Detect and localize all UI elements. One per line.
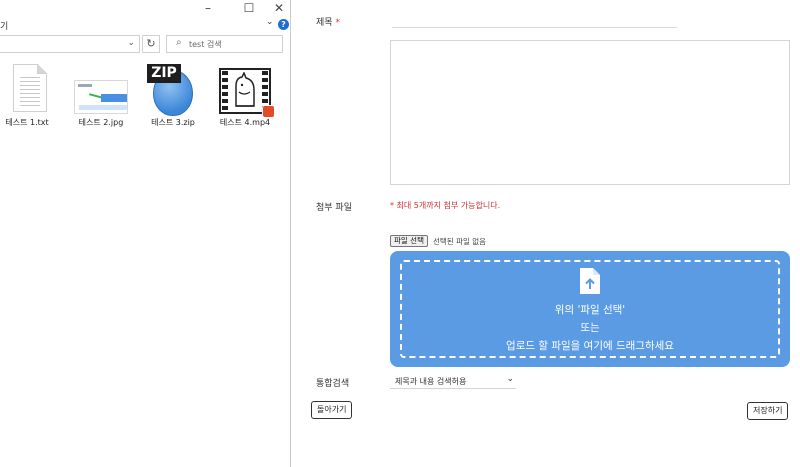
file-item-txt[interactable]: 테스트 1.txt (0, 64, 59, 128)
file-dropzone[interactable]: 위의 '파일 선택' 또는 업로드 할 파일을 여기에 드래그하세요 (390, 251, 790, 367)
video-file-icon (219, 68, 275, 118)
explorer-search[interactable]: ⌕ (166, 35, 283, 53)
save-button[interactable]: 저장하기 (747, 402, 789, 420)
close-button[interactable]: ✕ (268, 0, 290, 16)
zip-file-icon: ZIP (146, 64, 200, 116)
dropzone-line-1: 위의 '파일 선택' (554, 304, 626, 316)
refresh-button[interactable]: ↻ (142, 35, 160, 53)
search-icon: ⌕ (176, 37, 182, 48)
txt-file-icon (13, 64, 47, 112)
file-explorer-window: – ☐ ✕ 기 ⌄ ? ⌄ ↻ ⌕ 테스트 1.txt (0, 0, 291, 467)
explorer-search-input[interactable] (189, 38, 279, 51)
explorer-ribbon: 기 ⌄ ? (0, 16, 291, 32)
title-label: 제목 * (316, 18, 340, 28)
title-input[interactable] (392, 10, 677, 27)
file-item-jpg[interactable]: 테스트 2.jpg (69, 64, 133, 128)
title-underline (392, 27, 677, 28)
file-name: 테스트 1.txt (5, 118, 49, 127)
attach-note: * 최대 5개까지 첨부 가능합니다. (390, 201, 501, 210)
required-mark: * (335, 18, 340, 28)
content-textarea[interactable] (390, 40, 790, 185)
help-icon[interactable]: ? (278, 19, 289, 30)
zip-badge: ZIP (147, 64, 181, 83)
file-status-text: 선택된 파일 없음 (433, 237, 487, 246)
file-item-zip[interactable]: ZIP 테스트 3.zip (141, 64, 205, 128)
ribbon-expand-chevron-icon[interactable]: ⌄ (266, 17, 274, 27)
search-option-select[interactable]: 제목과 내용 검색허용 ⌄ (390, 374, 516, 389)
explorer-titlebar: – ☐ ✕ (0, 0, 291, 16)
image-file-icon (74, 80, 128, 114)
maximize-button[interactable]: ☐ (238, 0, 260, 16)
search-option-label: 통합검색 (316, 379, 350, 389)
chevron-down-icon[interactable]: ⌄ (127, 38, 135, 48)
ribbon-tab-fragment[interactable]: 기 (0, 19, 8, 32)
attach-label: 첨부 파일 (316, 203, 352, 213)
media-badge-icon (262, 105, 275, 118)
dropzone-line-2: 또는 (580, 322, 600, 334)
file-name: 테스트 4.mp4 (219, 118, 271, 127)
address-bar[interactable]: ⌄ (0, 35, 140, 53)
back-button[interactable]: 돌아가기 (311, 401, 353, 419)
select-value: 제목과 내용 검색허용 (395, 377, 467, 386)
dropzone-line-3: 업로드 할 파일을 여기에 드래그하세요 (506, 340, 674, 352)
post-form: 제목 * 첨부 파일 * 최대 5개까지 첨부 가능합니다. 파일 선택 선택된… (292, 0, 800, 467)
file-upload-icon (580, 268, 600, 294)
file-select-button[interactable]: 파일 선택 (390, 235, 428, 247)
file-name: 테스트 3.zip (151, 118, 195, 127)
file-item-mp4[interactable]: 테스트 4.mp4 (213, 64, 277, 128)
chevron-down-icon: ⌄ (506, 374, 514, 384)
file-name: 테스트 2.jpg (78, 118, 124, 127)
minimize-button[interactable]: – (197, 0, 219, 16)
